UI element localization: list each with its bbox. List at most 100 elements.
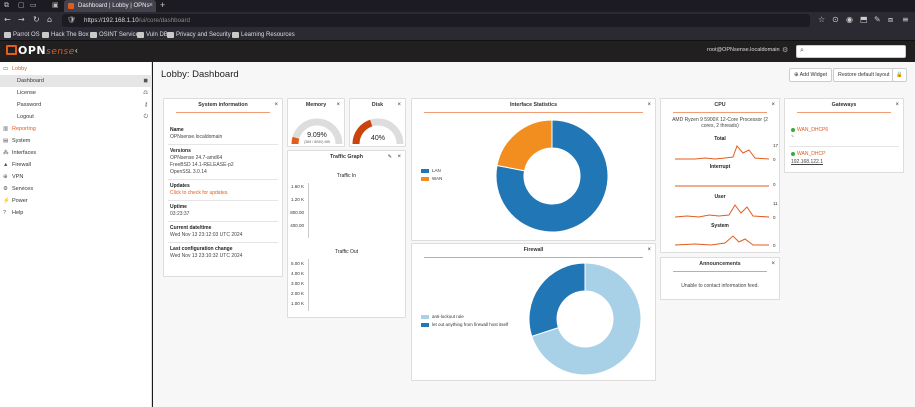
cpu-interrupt-sparkline [675, 185, 769, 187]
edit-widget-icon[interactable]: ✎ [388, 154, 392, 160]
search-input[interactable]: ⌕ [796, 45, 906, 58]
close-widget-icon[interactable]: × [647, 247, 651, 253]
version-line: OpenSSL 3.0.14 [170, 169, 207, 175]
globe-icon: ⊕ [3, 174, 8, 180]
announcements-message: Unable to contact information feed. [681, 283, 759, 289]
tick-label: 400.00 [290, 223, 304, 228]
sidebar: ▭ Lobby Dashboard ◼ License ⚖ Password ⚷ Log… [0, 62, 152, 407]
close-widget-icon[interactable]: × [274, 102, 278, 108]
window-icon-2[interactable]: ▭ [30, 1, 37, 9]
gauge-fill [291, 136, 300, 145]
gateway-name: WAN_DHCP [791, 151, 825, 157]
cpu-graph-title: Interrupt [709, 164, 731, 170]
tick-label: 800.00 [290, 210, 304, 215]
collapse-sidebar-icon[interactable]: ‹ [75, 46, 78, 55]
status-online-icon [791, 128, 795, 132]
interface-donut-chart [495, 119, 609, 233]
bookmark-item[interactable]: Vuln DB [137, 30, 168, 40]
folder-icon [137, 32, 144, 38]
legend-item-wan[interactable]: WAN [421, 176, 442, 182]
check-updates-link[interactable]: Click to check for updates. [170, 190, 229, 196]
browser-tab-strip: ⧉ ▢ ▭ ▣ Dashboard | Lobby | OPNs × + [0, 0, 915, 12]
sidebar-item-license[interactable]: License ⚖ [0, 87, 152, 99]
sidebar-item-dashboard[interactable]: Dashboard ◼ [0, 75, 152, 87]
account-icon[interactable]: ◉ [846, 15, 853, 24]
sidebar-item-vpn[interactable]: ⊕ VPN [0, 171, 152, 183]
add-widget-button[interactable]: ⊕ Add Widget [789, 68, 833, 82]
legend-item-anti-lockout[interactable]: anti-lockout rule [421, 314, 464, 320]
close-widget-icon[interactable]: × [336, 102, 340, 108]
opnsense-favicon-icon [68, 3, 74, 9]
sidebar-item-firewall[interactable]: ▲ Firewall [0, 159, 152, 171]
firewall-widget: Firewall × anti-lockout rule let out any… [411, 243, 656, 381]
tab-list-icon[interactable]: ⧉ [4, 1, 9, 10]
uptime-value: 03:23:37 [170, 211, 190, 217]
back-icon[interactable]: ← [4, 15, 11, 24]
extensions-puzzle-icon[interactable]: ⧈ [888, 15, 893, 25]
sidebar-item-services[interactable]: ⚙ Services [0, 183, 152, 195]
close-widget-icon[interactable]: × [771, 261, 775, 267]
close-widget-icon[interactable]: × [397, 154, 401, 160]
sidebar-item-reporting[interactable]: ▥ Reporting [0, 123, 152, 135]
opnsense-logo[interactable]: OPNsense [6, 44, 75, 58]
tab-title: Dashboard | Lobby | OPNs [78, 3, 150, 9]
axis-line [308, 259, 309, 311]
datetime-label: Current date/time [170, 225, 212, 231]
fire-icon: ▲ [3, 162, 9, 168]
home-icon[interactable]: ⌂ [47, 15, 52, 24]
cpu-model: AMD Ryzen 9 5900X 12-Core Processor (2 c… [672, 117, 768, 129]
bookmark-item[interactable]: Parrot OS [4, 30, 40, 40]
tools-icon[interactable]: ✎ [874, 15, 881, 24]
close-widget-icon[interactable]: × [771, 102, 775, 108]
reload-icon[interactable]: ↻ [33, 15, 40, 24]
disk-percent: 40% [371, 135, 385, 142]
menu-icon[interactable]: ≡ [902, 15, 909, 24]
sidebar-item-system[interactable]: ▤ System [0, 135, 152, 147]
gear-icon[interactable]: ⚙ [782, 46, 788, 54]
sidebar-item-help[interactable]: ? Help [0, 207, 152, 219]
legend-item-let-out[interactable]: let out anything from firewall host itse… [421, 322, 508, 328]
restore-layout-button[interactable]: Restore default layout [833, 68, 895, 82]
new-tab-icon[interactable]: + [160, 0, 165, 11]
bookmark-item[interactable]: Privacy and Security [167, 30, 231, 40]
pocket-icon[interactable]: ⊙ [832, 15, 839, 24]
bookmark-star-icon[interactable]: ☆ [818, 15, 825, 24]
extension-icon[interactable]: ⬒ [860, 15, 868, 24]
view-tabs-icon[interactable]: ▣ [52, 1, 59, 9]
legend-item-lan[interactable]: LAN [421, 168, 441, 174]
window-icon[interactable]: ▢ [18, 1, 25, 9]
sidebar-item-power[interactable]: ⚡ Power [0, 195, 152, 207]
graph-max: 11 [773, 201, 778, 206]
forward-icon[interactable]: → [18, 15, 25, 24]
close-widget-icon[interactable]: × [647, 102, 651, 108]
firewall-slice-1[interactable] [528, 262, 586, 337]
close-widget-icon[interactable]: × [895, 102, 899, 108]
logo-mark-icon [6, 45, 17, 55]
bookmark-item[interactable]: Hack The Box [42, 30, 89, 40]
sparkline [675, 145, 769, 160]
traffic-graph-widget: Traffic Graph ✎ × Traffic In 1.60 K 1.20… [287, 150, 406, 318]
lock-layout-button[interactable]: 🔒 [892, 68, 907, 82]
sidebar-item-lobby[interactable]: ▭ Lobby [0, 63, 152, 75]
browser-tab[interactable]: Dashboard | Lobby | OPNs × [64, 0, 156, 12]
bookmark-item[interactable]: OSINT Services [90, 30, 142, 40]
sidebar-item-interfaces[interactable]: ⁂ Interfaces [0, 147, 152, 159]
bookmark-item[interactable]: Learning Resources [232, 30, 295, 40]
balance-scale-icon: ⚖ [143, 90, 148, 96]
close-tab-icon[interactable]: × [149, 0, 153, 12]
gateway-address: 192.168.122.1 [791, 159, 823, 165]
version-line: OPNsense 24.7-amd64 [170, 155, 223, 161]
memory-gauge: 9.09% (365 / 8050) MB [291, 118, 343, 145]
tick-label: 1.20 K [290, 197, 304, 202]
tick-label: 1.00 K [290, 301, 304, 306]
interface-statistics-widget: Interface Statistics × LAN WAN [411, 98, 656, 241]
firewall-donut-chart [528, 262, 642, 376]
interface-slice-1[interactable] [496, 119, 553, 172]
sidebar-item-password[interactable]: Password ⚷ [0, 99, 152, 111]
address-bar[interactable]: 🛡 https://192.168.1.10/ui/core/dashboard [62, 14, 810, 27]
close-widget-icon[interactable]: × [397, 102, 401, 108]
sidebar-item-logout[interactable]: Logout ⏻ [0, 111, 152, 123]
user-label[interactable]: root@OPNsense.localdomain [707, 47, 780, 53]
name-value: OPNsense.localdomain [170, 134, 223, 140]
divider [168, 144, 278, 145]
